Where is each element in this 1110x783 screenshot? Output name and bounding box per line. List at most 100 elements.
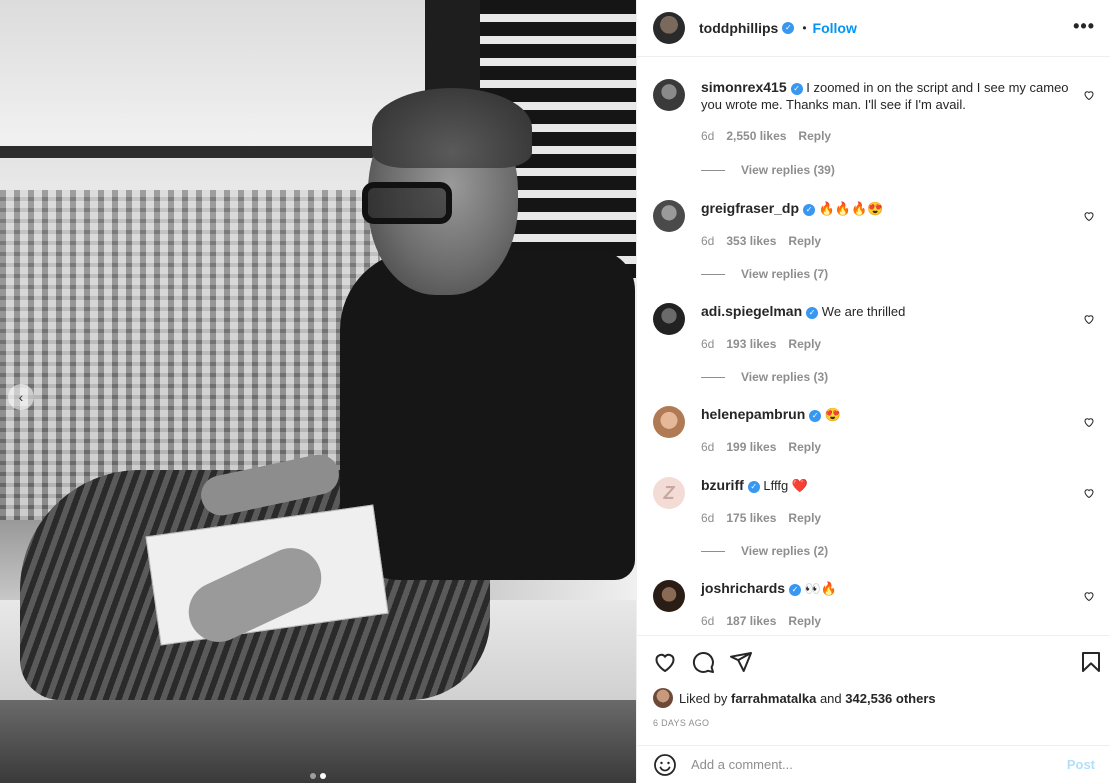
comment-meta: 6d 187 likes Reply — [701, 614, 821, 628]
comment-text: Lfffg ❤️ — [763, 478, 809, 493]
view-replies-button[interactable]: View replies (39) — [701, 163, 835, 177]
carousel-dots — [310, 773, 326, 779]
commenter-avatar[interactable] — [653, 79, 685, 111]
verified-badge-icon: ✓ — [789, 583, 802, 596]
reply-button[interactable]: Reply — [788, 234, 821, 248]
liked-by: Liked by farrahmatalka and 342,536 other… — [653, 688, 936, 708]
reply-button[interactable]: Reply — [788, 337, 821, 351]
post-actions — [637, 635, 1110, 685]
liked-by-prefix: Liked by — [679, 690, 728, 706]
carousel-prev-button[interactable]: ‹ — [8, 384, 34, 410]
verified-badge-icon: ✓ — [790, 82, 803, 95]
post-photo[interactable]: ‹ — [0, 0, 636, 783]
liked-by-user[interactable]: farrahmatalka — [731, 691, 816, 706]
author-avatar[interactable] — [653, 12, 685, 44]
separator-bullet: • — [802, 21, 807, 35]
heart-icon[interactable] — [653, 650, 677, 674]
comment-likes[interactable]: 2,550 likes — [726, 129, 786, 143]
comments-list[interactable]: simonrex415 ✓ I zoomed in on the script a… — [637, 57, 1110, 635]
verified-badge-icon: ✓ — [747, 480, 760, 493]
heart-icon[interactable] — [1083, 416, 1095, 428]
comment-likes[interactable]: 353 likes — [726, 234, 776, 248]
author-username[interactable]: toddphillips — [699, 20, 778, 36]
comment-body: bzuriff ✓ Lfffg ❤️ — [701, 477, 1071, 494]
carousel-dot[interactable] — [310, 773, 316, 779]
comment-body: adi.spiegelman ✓ We are thrilled — [701, 303, 1071, 320]
post-panel: toddphillips ✓ • Follow ••• simonrex415 ✓… — [636, 0, 1110, 783]
verified-badge-icon: ✓ — [803, 203, 816, 216]
comment-meta: 6d 175 likes Reply — [701, 511, 821, 525]
commenter-username[interactable]: bzuriff — [701, 477, 744, 493]
comment-age: 6d — [701, 234, 715, 248]
divider-line — [701, 273, 725, 275]
bookmark-icon[interactable] — [1079, 650, 1103, 674]
view-replies-button[interactable]: View replies (7) — [701, 267, 828, 281]
emoji-icon[interactable] — [653, 753, 677, 777]
comment-body: simonrex415 ✓ I zoomed in on the script a… — [701, 79, 1071, 113]
commenter-username[interactable]: helenepambrun — [701, 406, 805, 422]
photo-person-shirt — [340, 250, 635, 580]
comment-likes[interactable]: 193 likes — [726, 337, 776, 351]
carousel-dot-active[interactable] — [320, 773, 326, 779]
share-icon[interactable] — [729, 650, 753, 674]
chevron-left-icon: ‹ — [18, 389, 24, 405]
comment-likes[interactable]: 187 likes — [726, 614, 776, 628]
post-timestamp[interactable]: 6 DAYS AGO — [653, 718, 709, 728]
reply-button[interactable]: Reply — [788, 614, 821, 628]
heart-icon[interactable] — [1083, 89, 1095, 101]
liker-avatar[interactable] — [653, 688, 673, 708]
view-replies-label: View replies (3) — [741, 370, 829, 384]
comment-input[interactable] — [691, 757, 1067, 772]
comment-age: 6d — [701, 440, 715, 454]
photo-railing — [0, 146, 380, 158]
comment-icon[interactable] — [691, 650, 715, 674]
comment-age: 6d — [701, 511, 715, 525]
heart-icon[interactable] — [1083, 313, 1095, 325]
divider-line — [701, 550, 725, 552]
liked-by-others[interactable]: 342,536 others — [845, 691, 935, 706]
comment-meta: 6d 193 likes Reply — [701, 337, 821, 351]
reply-button[interactable]: Reply — [798, 129, 831, 143]
commenter-avatar[interactable] — [653, 200, 685, 232]
comment-age: 6d — [701, 337, 715, 351]
comment-text: 👀🔥 — [804, 581, 838, 596]
reply-button[interactable]: Reply — [788, 511, 821, 525]
heart-icon[interactable] — [1083, 210, 1095, 222]
photo-hair — [372, 88, 532, 168]
comment-text: 🔥🔥🔥😍 — [818, 201, 884, 216]
commenter-username[interactable]: simonrex415 — [701, 79, 787, 95]
photo-sky — [0, 0, 430, 150]
view-replies-label: View replies (7) — [741, 267, 829, 281]
commenter-avatar[interactable]: Z — [653, 477, 685, 509]
post-header: toddphillips ✓ • Follow ••• — [637, 0, 1110, 57]
photo-table — [0, 700, 636, 783]
follow-button[interactable]: Follow — [813, 20, 857, 36]
verified-badge-icon: ✓ — [809, 409, 822, 422]
reply-button[interactable]: Reply — [788, 440, 821, 454]
comment-age: 6d — [701, 129, 715, 143]
post-comment-button[interactable]: Post — [1067, 757, 1095, 772]
view-replies-button[interactable]: View replies (3) — [701, 370, 828, 384]
comment-body: helenepambrun ✓ 😍 — [701, 406, 1071, 423]
commenter-username[interactable]: greigfraser_dp — [701, 200, 799, 216]
heart-icon[interactable] — [1083, 487, 1095, 499]
commenter-username[interactable]: adi.spiegelman — [701, 303, 802, 319]
more-options-icon[interactable]: ••• — [1073, 16, 1095, 37]
comment-age: 6d — [701, 614, 715, 628]
commenter-avatar[interactable] — [653, 303, 685, 335]
divider-line — [701, 169, 725, 171]
comment-meta: 6d 2,550 likes Reply — [701, 129, 831, 143]
comment-text: We are thrilled — [821, 304, 906, 319]
heart-icon[interactable] — [1083, 590, 1095, 602]
commenter-avatar[interactable] — [653, 580, 685, 612]
comment-likes[interactable]: 199 likes — [726, 440, 776, 454]
comment-likes[interactable]: 175 likes — [726, 511, 776, 525]
comment-text: 😍 — [824, 407, 842, 422]
add-comment-bar: Post — [637, 745, 1110, 783]
comment-body: greigfraser_dp ✓ 🔥🔥🔥😍 — [701, 200, 1071, 217]
comment-meta: 6d 199 likes Reply — [701, 440, 821, 454]
commenter-avatar[interactable] — [653, 406, 685, 438]
verified-badge-icon: ✓ — [806, 306, 819, 319]
view-replies-button[interactable]: View replies (2) — [701, 544, 828, 558]
commenter-username[interactable]: joshrichards — [701, 580, 785, 596]
